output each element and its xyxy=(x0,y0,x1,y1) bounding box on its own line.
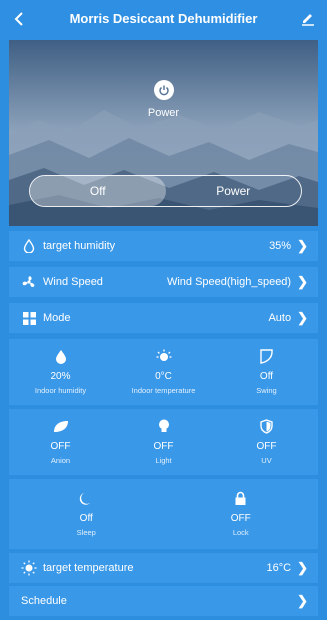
target-humidity-label: target humidity xyxy=(43,240,116,252)
lock-cell[interactable]: OFF Lock xyxy=(164,479,319,549)
power-label: Power xyxy=(147,107,180,119)
uv-label: UV xyxy=(261,456,272,465)
indoor-humidity-value: 20% xyxy=(50,371,71,382)
chevron-right-icon: ❯ xyxy=(297,238,308,253)
indoor-temperature-value: 0°C xyxy=(155,371,172,382)
mode-value: Auto xyxy=(268,312,292,324)
toggle-off-button[interactable]: Off xyxy=(30,176,166,206)
humidity-drop-icon xyxy=(52,347,70,365)
lock-label: Lock xyxy=(232,528,249,537)
anion-cell[interactable]: OFF Anion xyxy=(9,409,112,475)
target-temperature-row[interactable]: target temperature 16°C ❯ xyxy=(9,553,318,583)
indoor-temperature-label: Indoor temperature xyxy=(131,386,196,395)
back-chevron-icon[interactable] xyxy=(8,8,30,30)
wind-speed-row[interactable]: Wind Speed Wind Speed(high_speed) ❯ xyxy=(9,267,318,297)
chevron-right-icon: ❯ xyxy=(297,593,308,608)
status-panel-row-3: Off Sleep OFF Lock xyxy=(9,479,318,549)
light-label: Light xyxy=(155,456,172,465)
chevron-right-icon: ❯ xyxy=(297,274,308,289)
edit-pencil-icon[interactable] xyxy=(299,9,319,29)
swing-label: Swing xyxy=(256,386,277,395)
light-cell[interactable]: OFF Light xyxy=(112,409,215,475)
status-panel-row-2: OFF Anion OFF Light OFF UV xyxy=(9,409,318,475)
grid-icon xyxy=(21,310,37,326)
leaf-icon xyxy=(52,417,70,435)
chevron-right-icon: ❯ xyxy=(297,310,308,325)
schedule-row[interactable]: Schedule ❯ xyxy=(9,586,318,616)
swing-cell[interactable]: Off Swing xyxy=(215,339,318,405)
app-header: Morris Desiccant Dehumidifier xyxy=(0,0,327,40)
target-temperature-value: 16°C xyxy=(266,562,292,574)
sun-icon xyxy=(155,347,173,365)
anion-label: Anion xyxy=(50,456,71,465)
lock-value: OFF xyxy=(230,513,251,524)
mode-row[interactable]: Mode Auto ❯ xyxy=(9,303,318,333)
sun-icon xyxy=(21,560,37,576)
target-humidity-row[interactable]: target humidity 35% ❯ xyxy=(9,231,318,261)
sleep-value: Off xyxy=(79,513,93,524)
swing-icon xyxy=(258,347,276,365)
lock-icon xyxy=(232,489,250,507)
moon-icon xyxy=(77,489,95,507)
toggle-power-button[interactable]: Power xyxy=(166,176,302,206)
uv-value: OFF xyxy=(256,441,277,452)
shield-icon xyxy=(258,417,276,435)
page-title: Morris Desiccant Dehumidifier xyxy=(69,11,258,26)
light-bulb-icon xyxy=(155,417,173,435)
sleep-cell[interactable]: Off Sleep xyxy=(9,479,164,549)
water-drop-icon xyxy=(21,238,37,254)
target-temperature-label: target temperature xyxy=(43,562,134,574)
target-humidity-value: 35% xyxy=(269,240,292,252)
wind-speed-value: Wind Speed(high_speed) xyxy=(166,276,292,288)
power-toggle[interactable]: Off Power xyxy=(29,175,302,207)
indoor-humidity-cell: 20% Indoor humidity xyxy=(9,339,112,405)
schedule-label: Schedule xyxy=(21,595,67,607)
hero-panel: Power Off Power xyxy=(9,40,318,226)
sleep-label: Sleep xyxy=(76,528,96,537)
uv-cell[interactable]: OFF UV xyxy=(215,409,318,475)
wind-speed-label: Wind Speed xyxy=(43,276,103,288)
swing-value: Off xyxy=(259,371,274,382)
chevron-right-icon: ❯ xyxy=(297,560,308,575)
mode-label: Mode xyxy=(43,312,71,324)
anion-value: OFF xyxy=(50,441,71,452)
indoor-humidity-label: Indoor humidity xyxy=(34,386,87,395)
status-panel-row-1: 20% Indoor humidity 0°C Indoor temperatu… xyxy=(9,339,318,405)
fan-icon xyxy=(21,274,37,290)
power-icon[interactable] xyxy=(154,80,174,100)
indoor-temperature-cell: 0°C Indoor temperature xyxy=(112,339,215,405)
light-value: OFF xyxy=(153,441,174,452)
